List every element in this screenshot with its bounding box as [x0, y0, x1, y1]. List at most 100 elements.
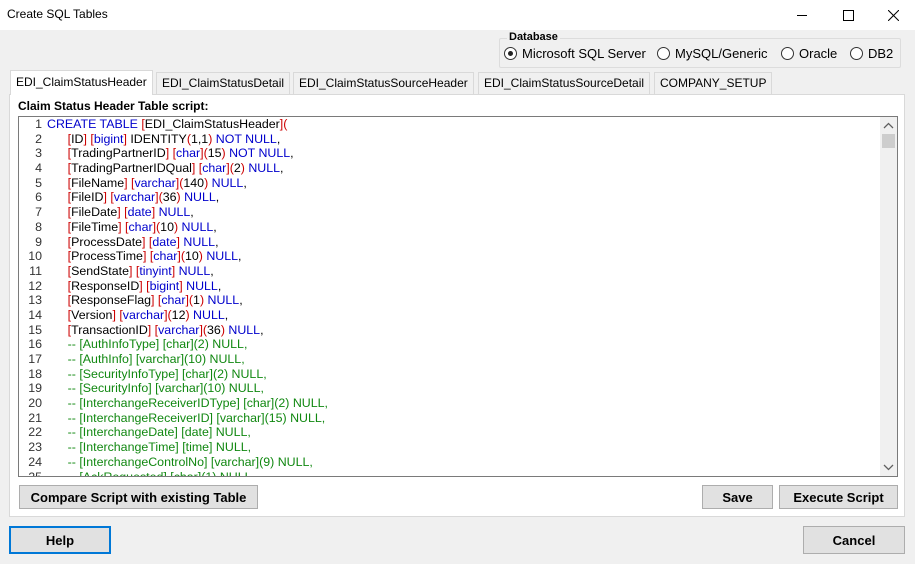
code-token: ](	[185, 293, 194, 308]
code-token: varchar	[134, 175, 176, 190]
code-token: 15	[207, 146, 222, 161]
code-token: ] [	[117, 205, 128, 220]
code-token: char	[161, 293, 186, 308]
maximize-icon	[842, 9, 854, 21]
code-token: ,	[290, 146, 294, 161]
vertical-scrollbar[interactable]	[880, 117, 897, 476]
radio-db2[interactable]: DB2	[850, 46, 893, 61]
line-number: 24	[28, 454, 42, 469]
code-token: NULL	[158, 205, 191, 220]
script-editor[interactable]: 1 CREATE TABLE [EDI_ClaimStatusHeader](2 …	[18, 116, 898, 477]
code-token: bigint	[149, 278, 180, 293]
line-number: 14	[28, 307, 42, 322]
scrollbar-thumb[interactable]	[882, 134, 895, 148]
line-number: 10	[28, 249, 42, 264]
line-number: 7	[35, 205, 42, 220]
radio-db2-label: DB2	[868, 46, 894, 61]
execute-script-button[interactable]: Execute Script	[779, 485, 898, 509]
code-token: ](	[155, 190, 163, 205]
code-token: char	[202, 161, 227, 176]
code-token: NULL	[178, 263, 211, 278]
close-button[interactable]	[870, 0, 915, 30]
help-button[interactable]: Help	[9, 526, 111, 554]
database-group-label: Database	[507, 31, 560, 43]
code-token: ,	[239, 293, 243, 308]
script-line: 20 -- [InterchangeReceiverIDType] [char]…	[19, 396, 881, 411]
scroll-down-icon[interactable]	[883, 462, 894, 472]
line-number: 18	[28, 366, 42, 381]
code-token: 1	[193, 293, 200, 308]
code-token: ,	[215, 190, 220, 205]
radio-mysql[interactable]: MySQL/Generic	[657, 46, 767, 61]
line-source: -- [InterchangeReceiverID] [varchar](15)…	[47, 411, 326, 426]
code-token: -- [InterchangeControlNo] [varchar](9) N…	[47, 454, 313, 469]
line-source: [ProcessDate] [date] NULL,	[47, 235, 219, 250]
line-number: 4	[35, 161, 42, 176]
line-number: 17	[28, 352, 42, 366]
script-line: 24 -- [InterchangeControlNo] [varchar](9…	[19, 455, 881, 470]
code-token: ResponseFlag	[71, 293, 152, 308]
code-token: ](	[164, 307, 172, 322]
radio-oracle-label: Oracle	[799, 46, 838, 61]
script-line: 5 [FileName] [varchar](140) NULL,	[19, 176, 881, 191]
script-line: 23 -- [InterchangeTime] [time] NULL,	[19, 440, 881, 455]
script-line: 3 [TradingPartnerID] [char](15) NOT NULL…	[19, 146, 881, 161]
scroll-up-icon[interactable]	[883, 121, 894, 131]
code-token: char	[176, 146, 201, 161]
code-token: 10	[160, 219, 174, 234]
code-token: FileID	[71, 190, 104, 205]
line-source: -- [InterchangeDate] [date] NULL,	[47, 425, 251, 440]
line-source: [ResponseID] [bigint] NULL,	[47, 278, 222, 294]
save-button[interactable]: Save	[702, 485, 773, 509]
code-token: ] [	[128, 263, 140, 278]
line-source: CREATE TABLE [EDI_ClaimStatusHeader](	[47, 117, 287, 132]
code-token: ,	[213, 219, 217, 234]
code-token: NOT NULL	[215, 131, 277, 146]
code-token: 140	[183, 175, 205, 190]
line-number: 3	[35, 146, 42, 161]
radio-oracle[interactable]: Oracle	[781, 46, 837, 61]
code-token: NULL	[181, 219, 214, 234]
tab-edi-claimstatussourcedetail[interactable]: EDI_ClaimStatusSourceDetail	[478, 72, 651, 94]
code-token: ,	[260, 322, 264, 337]
code-token: 2	[233, 161, 241, 176]
tab-edi-claimstatusdetail[interactable]: EDI_ClaimStatusDetail	[156, 72, 291, 94]
script-line: 13 [ResponseFlag] [char](1) NULL,	[19, 293, 881, 308]
line-source: [TransactionID] [varchar](36) NULL,	[47, 323, 264, 338]
compare-script-button[interactable]: Compare Script with existing Table	[19, 485, 258, 509]
tab-edi-claimstatusheader[interactable]: EDI_ClaimStatusHeader	[10, 70, 153, 95]
code-token: ] [	[103, 190, 114, 205]
code-token: ,	[238, 249, 242, 264]
line-number: 11	[29, 263, 42, 278]
code-token: ] [	[165, 146, 177, 161]
code-token: date	[152, 234, 177, 249]
code-token: NULL	[193, 307, 225, 322]
code-token: ,	[280, 161, 284, 176]
tab-company-setup[interactable]: COMPANY_SETUP	[654, 72, 773, 94]
cancel-button[interactable]: Cancel	[803, 526, 905, 554]
minimize-button[interactable]	[779, 0, 825, 30]
line-number: 5	[35, 175, 42, 190]
tab-edi-claimstatussourceheader[interactable]: EDI_ClaimStatusSourceHeader	[293, 72, 474, 94]
code-token: -- [AckRequested] [char](1) NULL,	[47, 469, 255, 477]
maximize-button[interactable]	[825, 0, 871, 30]
code-token: 10	[184, 249, 199, 264]
code-token: 36	[162, 190, 177, 205]
code-token: )	[221, 146, 230, 161]
script-line: 15 [TransactionID] [varchar](36) NULL,	[19, 323, 881, 338]
radio-mssql[interactable]: Microsoft SQL Server	[504, 46, 646, 61]
script-line: 25 -- [AckRequested] [char](1) NULL,	[19, 469, 881, 477]
script-line: 11 [SendState] [tinyint] NULL,	[19, 264, 881, 279]
title-bar: Create SQL Tables	[0, 0, 915, 30]
code-token: NULL	[248, 161, 281, 176]
script-line: 8 [FileTime] [char](10) NULL,	[19, 220, 881, 235]
code-token: -- [AuthInfo] [varchar](10) NULL,	[47, 352, 245, 366]
radio-unchecked-icon	[850, 47, 863, 60]
code-token: ] [	[142, 249, 154, 264]
code-token: Version	[71, 307, 113, 322]
line-number: 6	[35, 190, 42, 205]
